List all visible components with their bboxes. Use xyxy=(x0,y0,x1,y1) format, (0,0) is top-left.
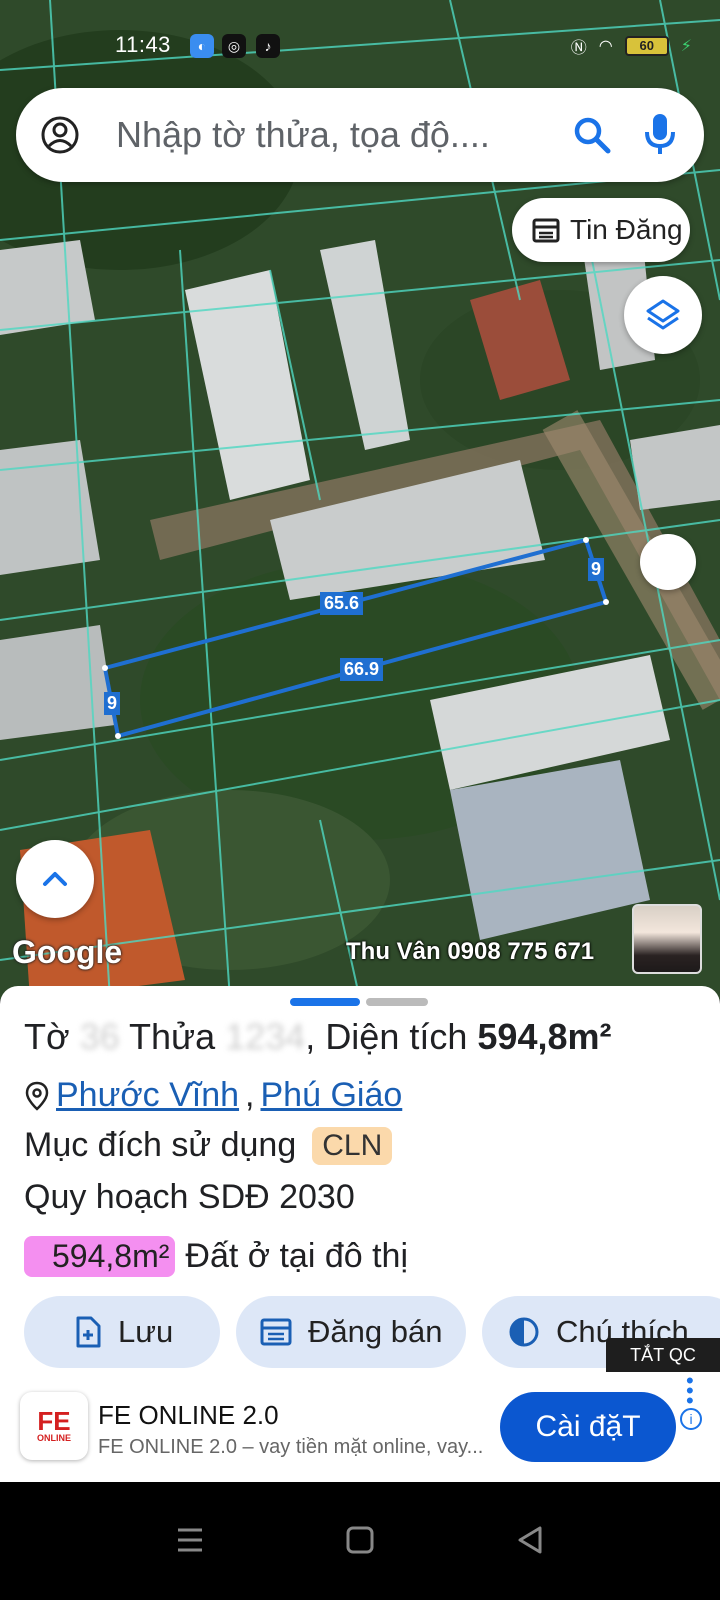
search-icon[interactable] xyxy=(572,115,612,155)
more-options-icon[interactable]: • • • xyxy=(686,1370,694,1412)
back-icon[interactable] xyxy=(510,1520,550,1560)
agent-photo[interactable] xyxy=(632,904,702,974)
post-sale-label: Đăng bán xyxy=(308,1314,443,1349)
ad-title: FE ONLINE 2.0 xyxy=(98,1400,279,1430)
contrast-icon xyxy=(509,1317,539,1347)
search-input[interactable] xyxy=(116,110,536,160)
district-link[interactable]: Phú Giáo xyxy=(261,1076,403,1115)
ad-app-logo: FE ONLINE xyxy=(20,1392,88,1460)
purpose-label: Mục đích sử dụng xyxy=(24,1126,297,1164)
parcel-label: Thửa xyxy=(129,1016,216,1057)
chevron-up-icon xyxy=(43,872,67,886)
save-button[interactable]: Lưu xyxy=(24,1296,220,1368)
plan-use-label: Đất ở tại đô thị xyxy=(185,1237,409,1275)
calendar-list-icon xyxy=(260,1318,292,1346)
area-value: 594,8m² xyxy=(477,1016,612,1057)
search-bar xyxy=(16,88,704,182)
home-icon[interactable] xyxy=(340,1520,380,1560)
microphone-icon[interactable] xyxy=(642,112,678,156)
charging-icon: ⚡ xyxy=(680,38,692,55)
sheet-number: 36 xyxy=(79,1016,120,1057)
parcel-title: Tờ 36 Thửa 1234, Diện tích 594,8m² xyxy=(24,1016,612,1057)
plan-area-badge: 594,8m² xyxy=(24,1236,176,1277)
measure-right-label: 9 xyxy=(588,558,605,581)
account-icon[interactable] xyxy=(40,115,80,155)
ad-banner[interactable]: FE ONLINE FE ONLINE 2.0 FE ONLINE 2.0 – … xyxy=(0,1370,720,1482)
sheet-handle[interactable] xyxy=(366,998,428,1006)
post-sale-button[interactable]: Đăng bán xyxy=(236,1296,466,1368)
ward-link[interactable]: Phước Vĩnh xyxy=(56,1076,239,1115)
sheet-label: Tờ xyxy=(24,1016,70,1057)
area-label: Diện tích xyxy=(325,1016,468,1057)
ad-description: FE ONLINE 2.0 – vay tiền mặt online, vay… xyxy=(98,1436,484,1458)
measure-bottom-label: 66.9 xyxy=(340,658,384,681)
save-button-label: Lưu xyxy=(118,1314,174,1349)
parcel-number: 1234 xyxy=(225,1016,306,1057)
expand-button[interactable] xyxy=(16,840,94,918)
plan-area-row: 594,8m² Đất ở tại đô thị xyxy=(24,1236,408,1277)
tiktok-icon: ♪ xyxy=(256,34,280,58)
close-ad-button[interactable]: TẮT QC xyxy=(606,1338,720,1372)
ad-logo-text: FE xyxy=(37,1406,71,1436)
parcel-location: Phước Vĩnh, Phú Giáo xyxy=(24,1076,402,1115)
battery-icon: 60 xyxy=(624,36,669,56)
agent-watermark: Thu Vân 0908 775 671 xyxy=(346,938,595,965)
messenger-icon: ◐ xyxy=(190,34,214,58)
camera-app-icon: ◎ xyxy=(222,34,246,58)
purpose-code-badge[interactable]: CLN xyxy=(312,1126,393,1165)
layers-icon xyxy=(646,299,680,330)
ad-logo-subtext: ONLINE xyxy=(36,1433,71,1443)
measure-top-label: 65.6 xyxy=(320,592,364,615)
status-right: Ⓝ ◠ 60 ⚡ xyxy=(571,34,692,58)
nfc-icon: Ⓝ xyxy=(570,40,587,57)
status-time: 11:43 xyxy=(115,32,171,57)
screen: 65.6 66.9 9 9 11:43 ◐ ◎ ♪ Ⓝ ◠ 60 ⚡ Nhập … xyxy=(0,0,720,1600)
ad-info-icon[interactable]: i xyxy=(680,1408,702,1430)
layers-button[interactable] xyxy=(624,276,702,354)
status-bar: 11:43 ◐ ◎ ♪ Ⓝ ◠ 60 ⚡ xyxy=(0,28,720,62)
wifi-icon: ◠ xyxy=(598,38,613,55)
listings-chip-label: Tin Đăng xyxy=(570,214,683,245)
recent-apps-icon[interactable] xyxy=(170,1520,210,1560)
system-nav-bar xyxy=(0,1482,720,1600)
google-logo: Google xyxy=(12,934,123,970)
map-control-button[interactable] xyxy=(640,534,696,590)
listings-chip[interactable]: Tin Đăng xyxy=(512,198,690,262)
add-file-icon xyxy=(76,1316,101,1348)
measure-left-label: 9 xyxy=(104,692,121,715)
calendar-list-icon xyxy=(532,218,560,243)
land-use-purpose: Mục đích sử dụng CLN xyxy=(24,1126,393,1165)
location-pin-icon xyxy=(25,1081,49,1111)
plan-label: Quy hoạch SDĐ 2030 xyxy=(24,1178,355,1216)
sheet-handle-active[interactable] xyxy=(290,998,360,1006)
install-button[interactable]: Cài đặT xyxy=(500,1392,676,1462)
